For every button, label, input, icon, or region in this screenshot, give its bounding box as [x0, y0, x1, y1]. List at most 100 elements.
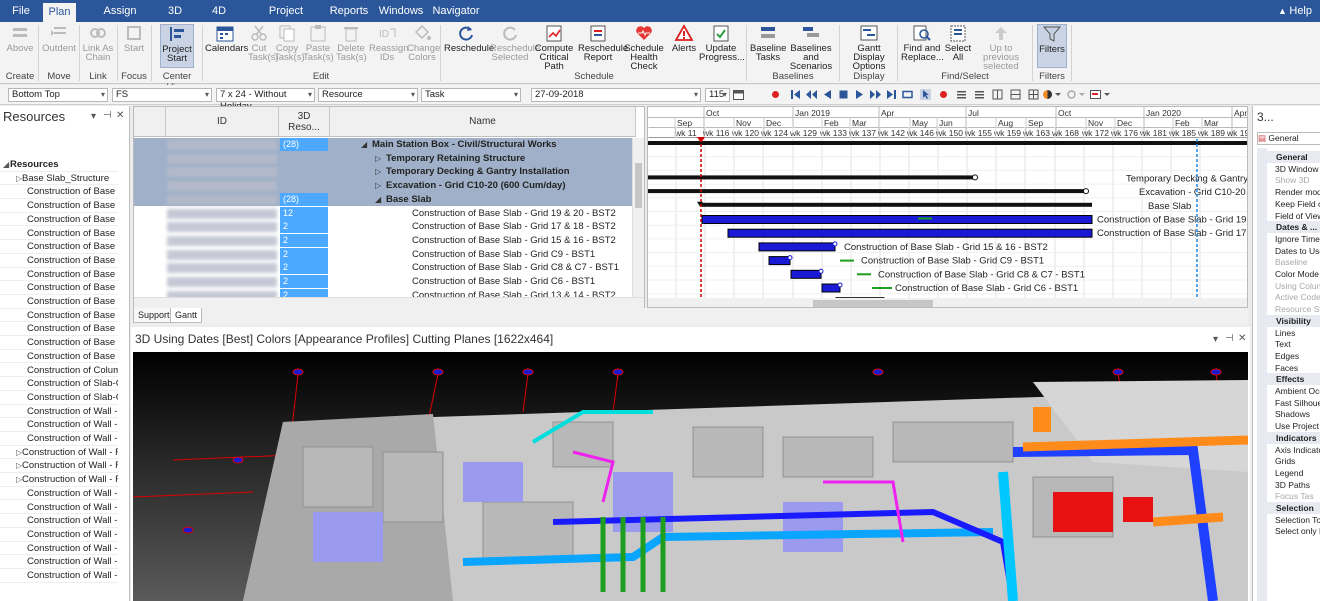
table-icon[interactable]	[1028, 89, 1039, 100]
copy-tasks-button[interactable]: Copy Task(s)	[274, 24, 305, 68]
resource-item[interactable]: Construction of Wall - S	[0, 569, 118, 583]
task-name-cell[interactable]: Construction of Base Slab - Grid 17 & 18…	[331, 220, 634, 233]
table-row[interactable]: 12 Construction of Base Slab - Grid 19 & …	[134, 206, 634, 221]
close-icon[interactable]: ✕	[1238, 333, 1246, 344]
menu-tab-project-controls[interactable]: Project Controls	[252, 0, 320, 39]
grid-header-name[interactable]: Name	[330, 107, 636, 137]
property-item[interactable]: Focus Tas	[1275, 491, 1314, 501]
table-row[interactable]: 2 Construction of Base Slab - Grid C6 - B…	[134, 275, 634, 289]
tab-support[interactable]: Support	[133, 308, 175, 323]
resource-item[interactable]: Construction of Wall - Fi	[0, 418, 118, 432]
cut-tasks-button[interactable]: Cut Task(s)	[248, 24, 279, 68]
alerts-button[interactable]: Alerts	[671, 24, 697, 68]
property-item[interactable]: Using Column	[1275, 281, 1320, 291]
skip-forward-icon[interactable]	[886, 89, 897, 100]
resource-item[interactable]: Construction of Wall - S	[0, 542, 118, 556]
reschedule-button[interactable]: Reschedule	[444, 24, 494, 68]
above-button[interactable]: Above	[3, 24, 37, 68]
dropdown-icon[interactable]: ▾	[1213, 334, 1218, 345]
task-name-cell[interactable]: ▷ Excavation - Grid C10-20 (600 Cum/day)	[331, 179, 634, 192]
menu-tab-navigator[interactable]: Navigator	[432, 0, 480, 22]
property-group-header[interactable]: General	[1267, 151, 1320, 163]
filters-button[interactable]: Filters	[1037, 24, 1067, 68]
resource-item[interactable]: ▷Construction of Wall - Fi	[0, 459, 118, 474]
resource-count-cell[interactable]	[280, 151, 328, 165]
menu-tab-reports[interactable]: Reports	[329, 0, 369, 22]
resource-item[interactable]: Construction of Base Sl	[0, 281, 118, 295]
tab-general[interactable]: ▤ General	[1257, 132, 1320, 145]
task-type-dropdown[interactable]: Task	[421, 88, 521, 102]
table-row[interactable]: ▷ Temporary Retaining Structure	[134, 151, 634, 166]
table-row[interactable]: (28) ◢ Base Slab	[134, 192, 634, 207]
calendar-small-icon[interactable]	[733, 89, 744, 100]
step-back-icon[interactable]	[806, 89, 817, 100]
property-item[interactable]: Use Project C	[1275, 421, 1320, 431]
property-item[interactable]: Faces	[1275, 363, 1298, 373]
table-row[interactable]: 2 Construction of Base Slab - Grid C9 - B…	[134, 247, 634, 262]
expand-icon[interactable]: ◢	[375, 193, 386, 207]
resource-count-cell[interactable]: 2	[280, 247, 328, 261]
resource-item[interactable]: Construction of Base Sl	[0, 295, 118, 309]
property-item[interactable]: Baseline	[1275, 257, 1308, 267]
grid-horizontal-scrollbar[interactable]	[134, 297, 644, 308]
table-row[interactable]: 2 Construction of Base Slab - Grid C8 & C…	[134, 261, 634, 275]
property-item[interactable]: 3D Window T	[1275, 164, 1320, 174]
property-item[interactable]: Render mode	[1275, 187, 1320, 197]
resource-count-cell[interactable]: 2	[280, 233, 328, 247]
play-reverse-icon[interactable]	[822, 89, 833, 100]
resource-count-cell[interactable]: 2	[280, 275, 328, 288]
play-icon[interactable]	[854, 89, 865, 100]
task-name-cell[interactable]: Construction of Base Slab - Grid C6 - BS…	[331, 275, 634, 288]
gantt-canvas[interactable]: Oct Jan 2019 Apr Jul Oct Jan 2020 Apr Sep Nov Dec…	[648, 107, 1248, 308]
property-item[interactable]: Field of View	[1275, 211, 1320, 221]
task-name-cell[interactable]: Construction of Base Slab - Grid C9 - BS…	[331, 248, 634, 261]
resource-item[interactable]: Construction of Wall - S	[0, 528, 118, 542]
resource-item[interactable]: Construction of Base Sl	[0, 268, 118, 282]
resource-item[interactable]: Construction of Base Sl	[0, 185, 118, 200]
property-item[interactable]: Selection Too	[1275, 515, 1320, 525]
resource-item[interactable]: Construction of Slab-Gr	[0, 377, 118, 391]
close-icon[interactable]: ✕	[116, 110, 124, 121]
property-item[interactable]: Keep Field o	[1275, 199, 1320, 209]
start-button[interactable]: Start	[119, 24, 149, 68]
resource-item[interactable]: Construction of Wall - S	[0, 487, 118, 501]
table-row[interactable]: (28) ◢ Main Station Box - Civil/Structural…	[134, 138, 634, 152]
pin-icon[interactable]: ⊣	[1225, 333, 1234, 344]
resource-item[interactable]: Construction of Wall - Fi	[0, 432, 118, 446]
resource-count-cell[interactable]: 12	[280, 206, 328, 220]
property-item[interactable]: Select only Fi	[1275, 526, 1320, 536]
task-name-cell[interactable]: ▷ Temporary Retaining Structure	[331, 152, 634, 165]
zoom-input[interactable]: 115	[705, 88, 730, 102]
expand-icon[interactable]: ▷	[0, 446, 22, 459]
resource-item[interactable]: Construction of Wall - S	[0, 555, 118, 569]
property-item[interactable]: Legend	[1275, 468, 1303, 478]
grid-scroll-thumb[interactable]	[635, 163, 642, 208]
resource-item[interactable]: Construction of Base Sl	[0, 309, 118, 323]
resource-count-cell[interactable]: (28)	[280, 138, 328, 151]
resource-item[interactable]: ◢Resources	[0, 158, 118, 172]
refresh-icon[interactable]	[1066, 89, 1086, 100]
gantt-display-options-button[interactable]: Gantt Display Options	[844, 24, 894, 71]
grid-vertical-scrollbar[interactable]	[632, 138, 644, 298]
expand-icon[interactable]: ▷	[0, 172, 22, 185]
calendars-button[interactable]: Calendars	[205, 24, 248, 68]
resource-count-cell[interactable]	[280, 179, 328, 193]
resource-item[interactable]: Construction of Wall - S	[0, 501, 118, 515]
link-type-dropdown[interactable]: FS	[112, 88, 212, 102]
baseline-tasks-button[interactable]: Baseline Tasks	[750, 24, 786, 68]
property-item[interactable]: 3D Paths	[1275, 480, 1310, 490]
paste-tasks-button[interactable]: Paste Task(s)	[303, 24, 334, 68]
up-to-previous-selected-button[interactable]: Up to previous selected	[973, 24, 1029, 71]
expand-icon[interactable]: ▷	[375, 152, 386, 166]
table-row[interactable]: 2 Construction of Base Slab - Grid 15 & 1…	[134, 233, 634, 248]
resource-count-cell[interactable]: 2	[280, 261, 328, 275]
project-start-button[interactable]: Project Start	[160, 24, 194, 68]
property-group-header[interactable]: Dates & ...	[1267, 221, 1320, 234]
3d-model-viewport[interactable]	[133, 352, 1248, 601]
cursor-mode-icon[interactable]	[920, 89, 931, 100]
resource-item[interactable]: Construction of Slab-Gr	[0, 391, 118, 405]
resource-item[interactable]: Construction of Base Sl	[0, 213, 118, 227]
resource-count-cell[interactable]: (28)	[280, 192, 328, 206]
menu-tab-plan[interactable]: Plan	[43, 3, 76, 22]
property-item[interactable]: Show 3D	[1275, 175, 1310, 185]
